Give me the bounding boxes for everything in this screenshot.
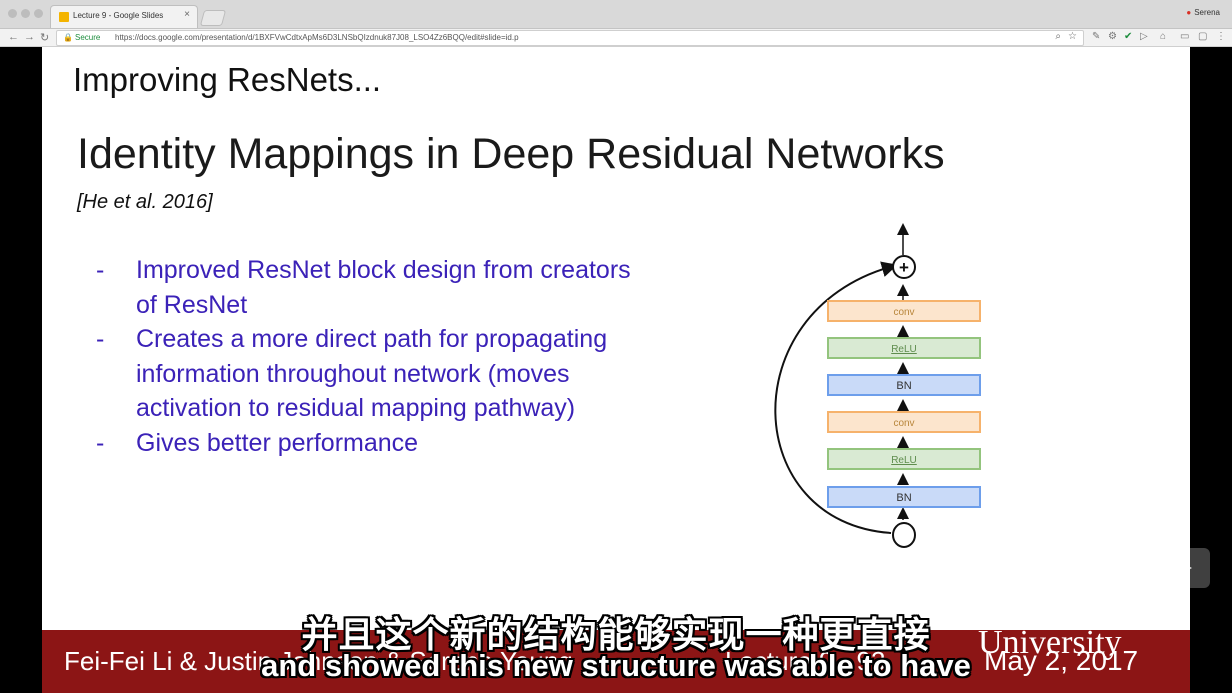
addition-node: +: [892, 255, 916, 279]
url-text[interactable]: https://docs.google.com/presentation/d/1…: [115, 33, 519, 42]
conv-block-label: conv: [893, 307, 914, 318]
citation: [He et al. 2016]: [77, 191, 213, 213]
conv-block: conv: [827, 411, 981, 433]
bullet-item: - Creates a more direct path for propaga…: [96, 322, 656, 426]
close-window-icon[interactable]: [8, 9, 17, 18]
reload-button[interactable]: ↻: [40, 31, 49, 44]
back-button[interactable]: ←: [8, 31, 19, 43]
profile-name: Serena: [1194, 8, 1220, 17]
browser-tab-strip: Lecture 9 - Google Slides × ● Serena: [0, 0, 1232, 29]
minimize-window-icon[interactable]: [21, 9, 30, 18]
conv-block-label: conv: [893, 418, 914, 429]
browser-tab[interactable]: Lecture 9 - Google Slides ×: [50, 5, 198, 28]
search-icon[interactable]: ⌕: [1055, 31, 1061, 42]
resnet-block-diagram: conv ReLU BN conv ReLU BN +: [774, 223, 981, 548]
slide-title: Improving ResNets...: [73, 61, 382, 98]
bullet-dash: -: [96, 325, 105, 354]
slide-canvas: Improving ResNets... Identity Mappings i…: [42, 47, 1190, 630]
bn-block-label: BN: [896, 492, 911, 504]
subtitle-english: and showed this new structure was able t…: [261, 648, 971, 683]
extension-pin-icon[interactable]: ⌂: [1160, 31, 1166, 42]
forward-button[interactable]: →: [24, 31, 35, 43]
maximize-window-icon[interactable]: [34, 9, 43, 18]
bullet-item: - Improved ResNet block design from crea…: [96, 253, 656, 322]
bullet-item: - Gives better performance: [96, 426, 656, 461]
video-play-button[interactable]: [1154, 548, 1210, 588]
browser-toolbar: ← → ↻ 🔒 Secure https://docs.google.com/p…: [0, 29, 1232, 47]
lock-icon: 🔒: [63, 33, 73, 42]
bullet-dash: -: [96, 256, 105, 284]
bn-block: BN: [827, 486, 981, 508]
profile-button[interactable]: ● Serena: [1186, 8, 1220, 17]
bullet-text: Improved ResNet block design from creato…: [136, 256, 631, 319]
input-node: [892, 522, 916, 548]
bullet-text: Gives better performance: [136, 428, 419, 457]
extension-settings-icon[interactable]: ⚙: [1108, 31, 1117, 42]
menu-icon[interactable]: ⋮: [1216, 31, 1226, 42]
bullet-text: Creates a more direct path for propagati…: [136, 325, 608, 423]
bullet-list: - Improved ResNet block design from crea…: [96, 253, 656, 461]
relu-block: ReLU: [827, 448, 981, 470]
relu-block-label: ReLU: [891, 344, 917, 355]
slides-favicon-icon: [59, 12, 69, 22]
extension-dropper-icon[interactable]: ✎: [1092, 31, 1100, 42]
plus-icon: +: [899, 258, 909, 277]
conv-block: conv: [827, 300, 981, 322]
new-tab-button[interactable]: [199, 10, 227, 26]
bn-block-label: BN: [896, 380, 911, 392]
tab-close-icon[interactable]: ×: [184, 9, 190, 20]
extension-box-icon[interactable]: ▢: [1198, 31, 1207, 42]
slide-heading: Identity Mappings in Deep Residual Netwo…: [77, 130, 945, 178]
address-bar[interactable]: 🔒 Secure https://docs.google.com/present…: [56, 30, 1084, 46]
cast-icon[interactable]: ▭: [1180, 31, 1189, 42]
relu-block: ReLU: [827, 337, 981, 359]
tab-title: Lecture 9 - Google Slides: [73, 11, 164, 20]
profile-icon: ●: [1186, 8, 1192, 17]
secure-label: Secure: [75, 33, 101, 42]
bullet-dash: -: [96, 428, 105, 457]
bookmark-star-icon[interactable]: ☆: [1068, 31, 1077, 42]
extension-play-icon[interactable]: ▷: [1140, 31, 1148, 42]
bn-block: BN: [827, 374, 981, 396]
relu-block-label: ReLU: [891, 455, 917, 466]
extension-check-icon[interactable]: ✔: [1124, 31, 1132, 42]
play-icon: [1176, 559, 1192, 577]
